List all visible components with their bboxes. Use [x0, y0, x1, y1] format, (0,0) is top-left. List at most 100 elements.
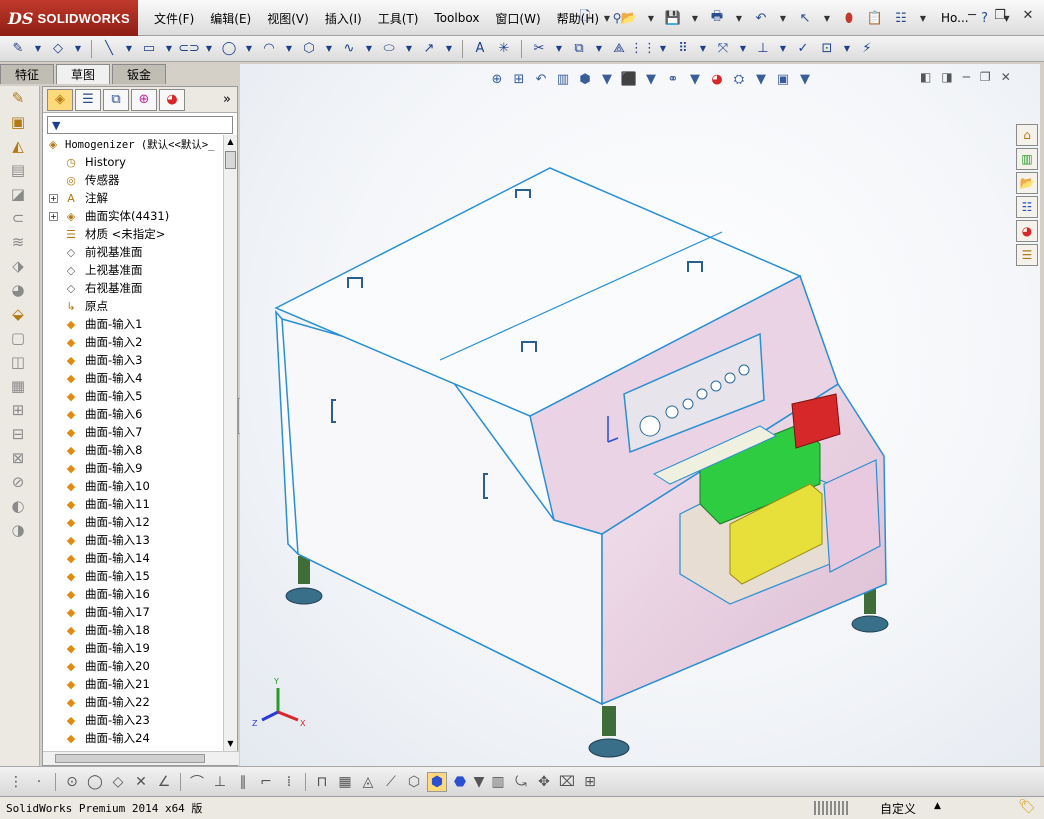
slot-icon[interactable]: ⊂⊃ — [178, 39, 200, 59]
scroll-thumb[interactable] — [55, 754, 205, 763]
convert-entities-icon[interactable]: ⧉ — [569, 39, 589, 59]
model-view[interactable]: Y X Z — [240, 64, 1040, 766]
chevron-down-icon[interactable]: ▼ — [697, 39, 709, 59]
point-icon[interactable]: ✳ — [494, 39, 514, 59]
view-orientation-icon[interactable]: ⬢ — [576, 70, 594, 88]
curves-icon[interactable]: ⊘ — [0, 470, 36, 494]
chevron-down-icon[interactable]: ▼ — [642, 70, 660, 88]
text-icon[interactable]: A — [470, 39, 490, 59]
chevron-down-icon[interactable]: ▼ — [689, 8, 701, 28]
chevron-down-icon[interactable]: ▼ — [203, 39, 215, 59]
select-arrow-icon[interactable]: ↖ — [795, 8, 815, 28]
chevron-down-icon[interactable]: ▼ — [841, 39, 853, 59]
mirror-icon[interactable]: ⊟ — [0, 422, 36, 446]
edit-appearance-icon[interactable]: ◕ — [708, 70, 726, 88]
chevron-down-icon[interactable]: ▼ — [645, 8, 657, 28]
chevron-down-icon[interactable]: ▼ — [657, 39, 669, 59]
file-explorer-icon[interactable]: 📂 — [1016, 172, 1038, 194]
chevron-down-icon[interactable]: ▼ — [733, 8, 745, 28]
chevron-down-icon[interactable]: ▼ — [593, 39, 605, 59]
pan-icon[interactable]: ✥ — [534, 772, 554, 792]
file-properties-icon[interactable]: 📋 — [865, 8, 885, 28]
tree-item[interactable]: ◆ 曲面-输入21 — [43, 675, 225, 693]
tab-features[interactable]: 特征 — [0, 64, 55, 84]
viewport-restore-icon[interactable]: ❐ — [980, 70, 991, 84]
tree-item[interactable]: ◆ 曲面-输入18 — [43, 621, 225, 639]
intersect-icon[interactable]: ⊠ — [0, 446, 36, 470]
tree-item[interactable]: ◆ 曲面-输入16 — [43, 585, 225, 603]
grid-snap-icon[interactable]: ⁞ — [279, 772, 299, 792]
shaded-icon[interactable]: ⬢ — [427, 771, 447, 792]
configuration-manager-icon[interactable]: ⧉ — [103, 88, 129, 111]
tree-item[interactable]: ◆ 曲面-输入8 — [43, 441, 225, 459]
chevron-down-icon[interactable]: ▼ — [32, 39, 44, 59]
table-icon[interactable]: ⊞ — [580, 772, 600, 792]
tree-item[interactable]: ◆ 曲面-输入14 — [43, 549, 225, 567]
tree-item[interactable]: ◆ 曲面-输入5 — [43, 387, 225, 405]
viewport-minimize-icon[interactable]: ─ — [963, 70, 970, 84]
scroll-thumb[interactable] — [225, 151, 236, 169]
instant-2d-icon[interactable]: ⚡ — [857, 39, 877, 59]
tree-item[interactable]: + A 注解 — [43, 189, 225, 207]
units-selector[interactable]: 自定义 — [880, 800, 916, 817]
tree-item[interactable]: ◆ 曲面-输入23 — [43, 711, 225, 729]
expand-icon[interactable]: + — [49, 211, 58, 221]
expand-icon[interactable]: + — [49, 193, 58, 203]
angle-snap-icon[interactable]: ⊓ — [312, 772, 332, 792]
chevron-down-icon[interactable]: ▼ — [403, 39, 415, 59]
tree-item[interactable]: ◆ 曲面-输入9 — [43, 459, 225, 477]
tree-item[interactable]: ◆ 曲面-输入6 — [43, 405, 225, 423]
chevron-down-icon[interactable]: ▼ — [601, 8, 613, 28]
custom-properties-icon[interactable]: ☰ — [1016, 244, 1038, 266]
fillet-icon[interactable]: ↗ — [419, 39, 439, 59]
display-relations-icon[interactable]: ⊥ — [753, 39, 773, 59]
rebuild-traffic-light-icon[interactable]: ⬮ — [839, 8, 859, 28]
undo-icon[interactable]: ↶ — [751, 8, 771, 28]
extend-icon[interactable]: ⟋ — [381, 772, 401, 792]
zoom-to-fit-icon[interactable]: ⊕ — [488, 70, 506, 88]
nearest-snap-icon[interactable]: ∠ — [154, 772, 174, 792]
chevron-down-icon[interactable]: ▼ — [752, 70, 770, 88]
tree-item[interactable]: ◆ 曲面-输入11 — [43, 495, 225, 513]
arc-icon[interactable]: ◠ — [259, 39, 279, 59]
section-view-icon[interactable]: ▥ — [554, 70, 572, 88]
tree-item[interactable]: ◆ 曲面-输入10 — [43, 477, 225, 495]
tree-item[interactable]: ◆ 曲面-输入3 — [43, 351, 225, 369]
sketch-icon[interactable]: ✎ — [0, 86, 36, 110]
scroll-up-icon[interactable]: ▲ — [224, 135, 237, 149]
reference-geometry-icon[interactable]: ⬙ — [0, 302, 36, 326]
save-icon[interactable]: 💾 — [663, 8, 683, 28]
revolve-cut-icon[interactable]: ◪ — [0, 182, 36, 206]
tree-item[interactable]: ◆ 曲面-输入12 — [43, 513, 225, 531]
hide-show-items-icon[interactable]: ⚭ — [664, 70, 682, 88]
property-manager-icon[interactable]: ☰ — [75, 88, 101, 111]
sketch-icon[interactable]: ✎ — [8, 39, 28, 59]
chevron-down-icon[interactable]: ▼ — [598, 70, 616, 88]
tree-item[interactable]: ◇ 右视基准面 — [43, 279, 225, 297]
close-icon[interactable]: ✕ — [1018, 6, 1038, 24]
move-entities-icon[interactable]: ⤧ — [713, 39, 733, 59]
tree-filter[interactable]: ▼ — [47, 116, 233, 134]
chevron-down-icon[interactable]: ▼ — [283, 39, 295, 59]
chevron-down-icon[interactable]: ▼ — [686, 70, 704, 88]
menu-window[interactable]: 窗口(W) — [487, 10, 548, 27]
rotate-icon[interactable]: ⤿ — [511, 772, 531, 792]
feature-tree-icon[interactable]: ◈ — [47, 88, 73, 111]
intersection-snap-icon[interactable]: ✕ — [131, 772, 151, 792]
appearances-scenes-icon[interactable]: ◕ — [1016, 220, 1038, 242]
tree-item[interactable]: ◆ 曲面-输入1 — [43, 315, 225, 333]
tree-item[interactable]: ◆ 曲面-输入4 — [43, 369, 225, 387]
tree-horizontal-scrollbar[interactable] — [43, 751, 239, 765]
chevron-down-icon[interactable]: ▼ — [123, 39, 135, 59]
viewport-close-icon[interactable]: ✕ — [1001, 70, 1011, 84]
tree-item[interactable]: ◆ 曲面-输入17 — [43, 603, 225, 621]
chevron-down-icon[interactable]: ▼ — [917, 8, 929, 28]
restore-icon[interactable]: ❐ — [990, 6, 1010, 24]
shell-icon[interactable]: ▢ — [0, 326, 36, 350]
split-left-icon[interactable]: ◧ — [920, 70, 931, 84]
extrude-boss-icon[interactable]: ▣ — [0, 110, 36, 134]
tree-item[interactable]: ◆ 曲面-输入7 — [43, 423, 225, 441]
tree-item[interactable]: ☰ 材质 <未指定> — [43, 225, 225, 243]
offset-entities-icon[interactable]: ⟁ — [609, 39, 629, 59]
linear-pattern-icon[interactable]: ⠿ — [673, 39, 693, 59]
